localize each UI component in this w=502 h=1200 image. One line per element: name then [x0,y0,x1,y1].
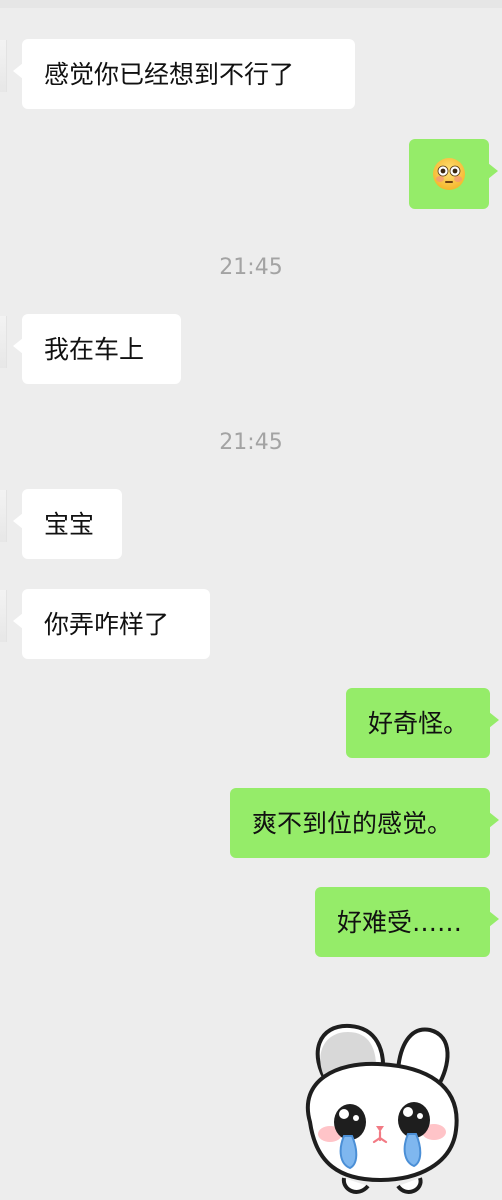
top-divider [0,0,502,8]
flushed-face-icon [433,158,465,190]
message-text: 宝宝 [44,509,95,539]
message-bubble-incoming[interactable]: 宝宝 [13,489,122,559]
message-bubble-incoming[interactable]: 你弄咋样了 [13,589,210,659]
timestamp: 21:45 [219,255,283,280]
message-text: 好奇怪。 [368,708,469,738]
message-bubble-outgoing[interactable] [409,139,498,209]
avatar-partial[interactable] [0,490,7,542]
message-text: 你弄咋样了 [44,609,170,639]
message-bubble-outgoing[interactable]: 好奇怪。 [346,688,499,758]
message-bubble-incoming[interactable]: 我在车上 [13,314,181,384]
crying-bunny-sticker[interactable] [288,1014,468,1200]
timestamp: 21:45 [219,430,283,455]
avatar-partial[interactable] [0,40,7,92]
message-text: 好难受…… [337,907,463,937]
message-bubble-outgoing[interactable]: 好难受…… [315,887,499,957]
message-bubble-outgoing[interactable]: 爽不到位的感觉。 [230,788,499,858]
message-text: 感觉你已经想到不行了 [44,59,295,89]
message-text: 我在车上 [44,334,145,364]
message-text: 爽不到位的感觉。 [252,808,453,838]
avatar-partial[interactable] [0,316,7,368]
avatar-partial[interactable] [0,590,7,642]
message-bubble-incoming[interactable]: 感觉你已经想到不行了 [13,39,355,109]
